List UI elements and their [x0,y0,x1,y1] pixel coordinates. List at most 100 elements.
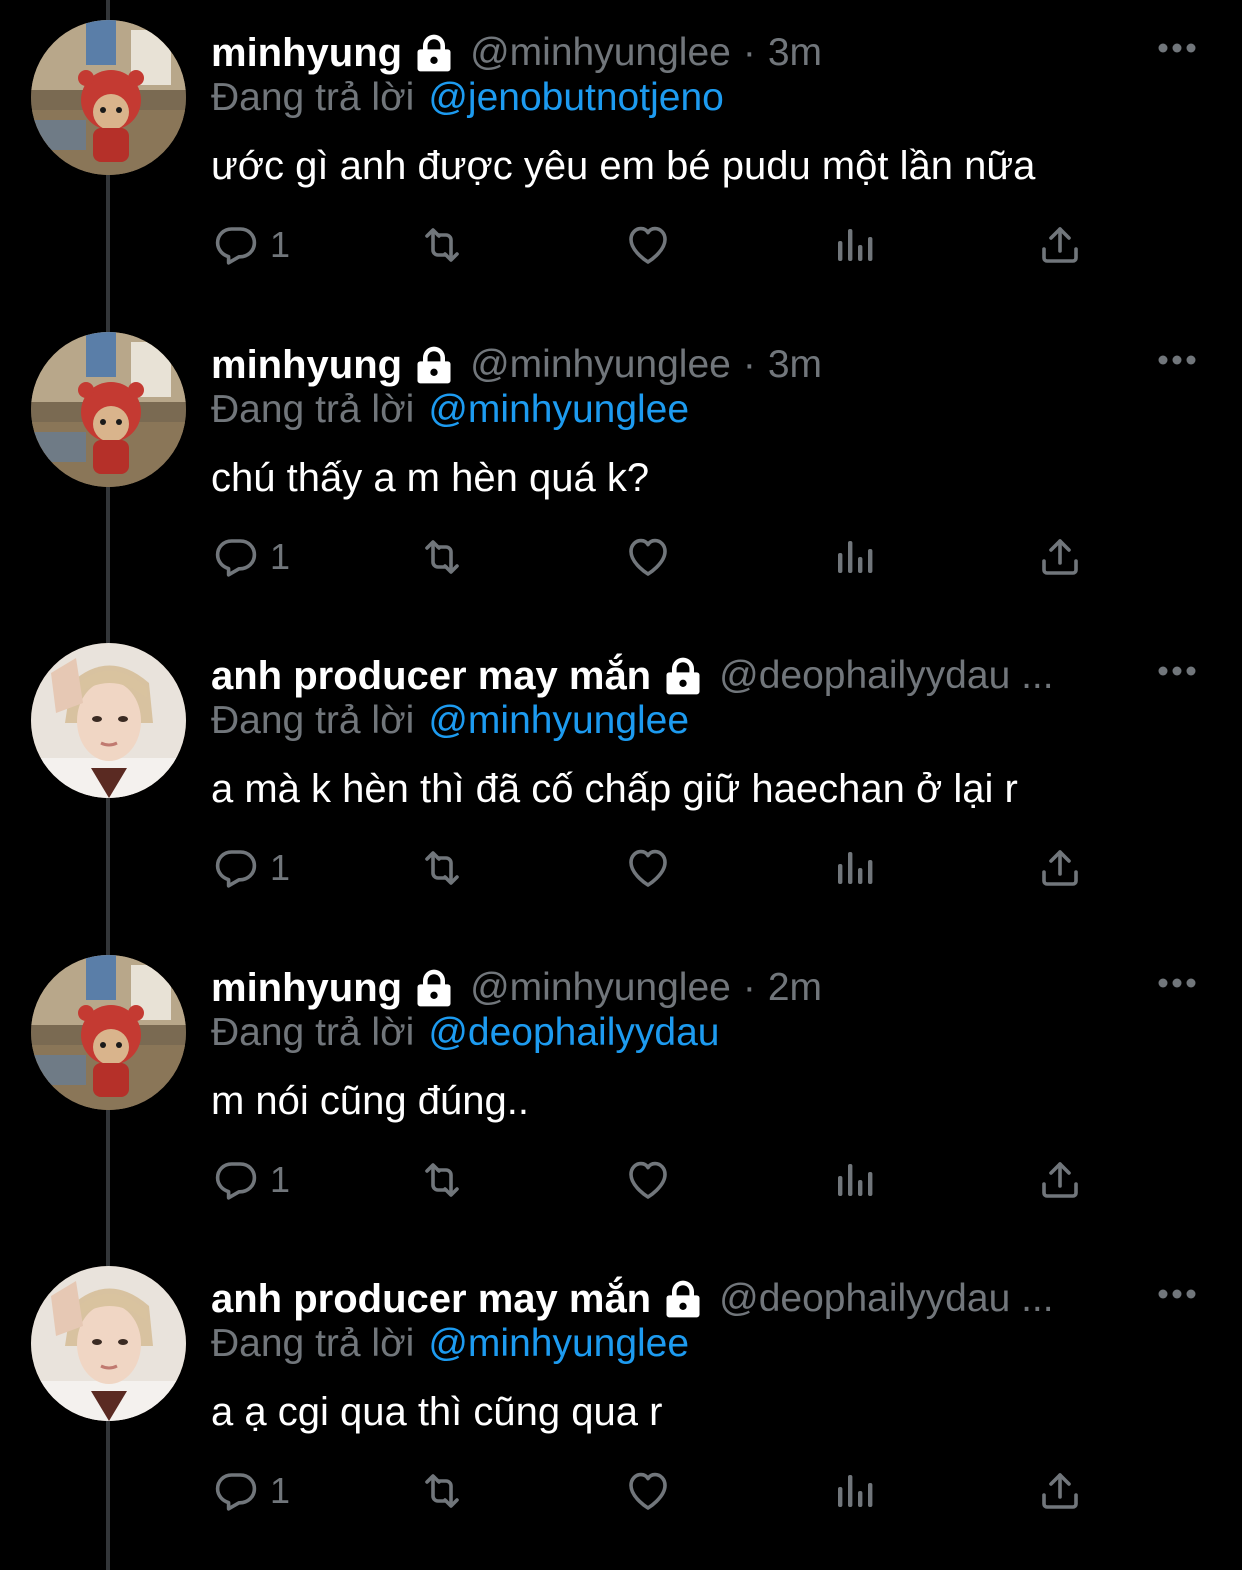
views-bar-icon [830,1467,878,1515]
reply-button[interactable]: 1 [212,522,290,592]
retweet-button[interactable] [418,210,466,280]
replying-to-label: Đang trả lời [211,388,415,431]
tweet-header: minhyung @minhyunglee · 3m [211,28,822,78]
tweet-text: a mà k hèn thì đã cố chấp giữ haechan ở … [211,767,1018,811]
reply-button[interactable]: 1 [212,210,290,280]
timestamp[interactable]: 2m [768,966,822,1010]
views-button[interactable] [830,210,878,280]
lock-icon [412,31,456,75]
user-handle[interactable]: @deophailyydau ... [719,1277,1091,1321]
tweet[interactable]: anh producer may mắn @deophailyydau ... … [0,623,1242,935]
person-avatar[interactable] [31,1266,186,1421]
retweet-button[interactable] [418,1456,466,1526]
user-handle[interactable]: @minhyunglee [470,31,731,75]
display-name[interactable]: minhyung [211,343,402,388]
replying-to-handle[interactable]: @deophailyydau [428,1011,719,1054]
reply-bubble-icon [212,533,260,581]
retweet-icon [418,844,466,892]
like-button[interactable] [624,1145,672,1215]
like-button[interactable] [624,833,672,903]
display-name[interactable]: minhyung [211,966,402,1011]
reply-count: 1 [270,224,291,265]
separator-dot: · [742,966,756,1009]
replying-to-label: Đang trả lời [211,76,415,119]
reply-count: 1 [270,847,291,888]
heart-icon [624,533,672,581]
tweet[interactable]: anh producer may mắn @deophailyydau ... … [0,1246,1242,1558]
heart-icon [624,221,672,269]
timestamp[interactable]: 3m [768,31,822,75]
reply-bubble-icon [212,1467,260,1515]
reply-button[interactable]: 1 [212,1145,290,1215]
like-button[interactable] [624,1456,672,1526]
views-button[interactable] [830,1456,878,1526]
user-handle[interactable]: @deophailyydau ... [719,654,1091,698]
share-button[interactable] [1036,1145,1084,1215]
like-button[interactable] [624,210,672,280]
tweet-text: ước gì anh được yêu em bé pudu một lần n… [211,144,1036,188]
tweet-actions: 1 [0,1145,1242,1215]
tweet[interactable]: minhyung @minhyunglee · 3m Đang trả lời @… [0,312,1242,624]
user-handle[interactable]: @minhyunglee [470,343,731,387]
reply-bubble-icon [212,221,260,269]
retweet-button[interactable] [418,833,466,903]
display-name[interactable]: anh producer may mắn [211,1277,651,1322]
share-button[interactable] [1036,210,1084,280]
replying-to-label: Đang trả lời [211,1011,415,1054]
views-bar-icon [830,844,878,892]
more-options-button[interactable] [1154,342,1200,378]
retweet-icon [418,1467,466,1515]
reply-button[interactable]: 1 [212,833,290,903]
bear-avatar[interactable] [31,332,186,487]
replying-to-handle[interactable]: @minhyunglee [428,1322,689,1365]
tweet-header: anh producer may mắn @deophailyydau ... [211,1274,1091,1324]
views-button[interactable] [830,833,878,903]
replying-to-handle[interactable]: @minhyunglee [428,699,689,742]
more-dots-icon [1157,42,1197,54]
display-name[interactable]: anh producer may mắn [211,654,651,699]
tweet[interactable]: minhyung @minhyunglee · 3m Đang trả lời @… [0,0,1242,312]
replying-to: Đang trả lời @minhyunglee [211,1322,689,1372]
reply-count: 1 [270,1470,291,1511]
more-options-button[interactable] [1154,965,1200,1001]
more-options-button[interactable] [1154,1276,1200,1312]
reply-button[interactable]: 1 [212,1456,290,1526]
tweet-actions: 1 [0,210,1242,280]
like-button[interactable] [624,522,672,592]
user-handle[interactable]: @minhyunglee [470,966,731,1010]
more-dots-icon [1157,665,1197,677]
heart-icon [624,1156,672,1204]
timestamp[interactable]: 3m [768,343,822,387]
views-button[interactable] [830,522,878,592]
more-options-button[interactable] [1154,653,1200,689]
views-bar-icon [830,1156,878,1204]
share-button[interactable] [1036,833,1084,903]
person-avatar[interactable] [31,643,186,798]
retweet-button[interactable] [418,522,466,592]
views-bar-icon [830,221,878,269]
lock-icon [412,966,456,1010]
share-button[interactable] [1036,522,1084,592]
bear-avatar[interactable] [31,20,186,175]
more-options-button[interactable] [1154,30,1200,66]
tweet-actions: 1 [0,833,1242,903]
lock-icon [661,654,705,698]
lock-icon [661,1277,705,1321]
replying-to-handle[interactable]: @minhyunglee [428,388,689,431]
heart-icon [624,1467,672,1515]
replying-to: Đang trả lời @minhyunglee [211,699,689,749]
share-button[interactable] [1036,1456,1084,1526]
views-button[interactable] [830,1145,878,1215]
display-name[interactable]: minhyung [211,31,402,76]
retweet-button[interactable] [418,1145,466,1215]
tweet[interactable]: minhyung @minhyunglee · 2m Đang trả lời @… [0,935,1242,1247]
tweet-actions: 1 [0,522,1242,592]
retweet-icon [418,1156,466,1204]
bear-avatar[interactable] [31,955,186,1110]
reply-count: 1 [270,1159,291,1200]
lock-icon [412,343,456,387]
tweet-text: chú thấy a m hèn quá k? [211,456,650,500]
replying-to-handle[interactable]: @jenobutnotjeno [428,76,724,119]
replying-to-label: Đang trả lời [211,699,415,742]
more-dots-icon [1157,1288,1197,1300]
